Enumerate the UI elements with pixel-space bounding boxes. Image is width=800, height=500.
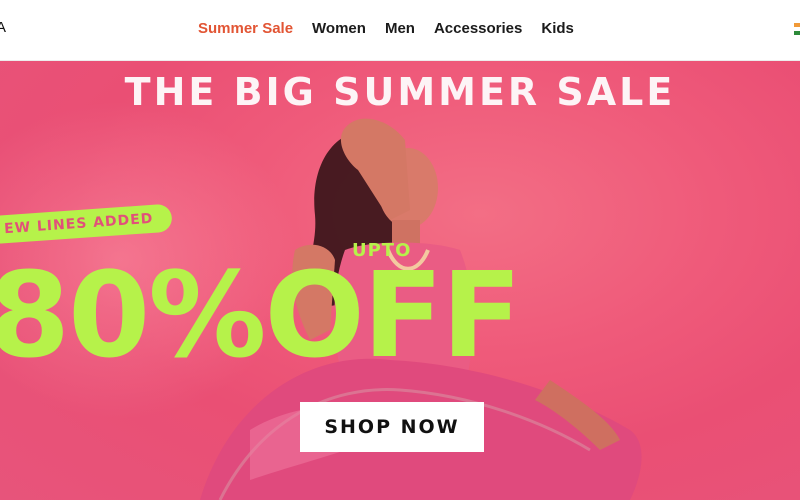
site-header: A Summer Sale Women Men Accessories Kids	[0, 0, 800, 61]
nav-item-summer-sale[interactable]: Summer Sale	[198, 20, 293, 37]
page: A Summer Sale Women Men Accessories Kids	[0, 0, 800, 500]
discount-headline: 80%OFF	[0, 246, 522, 384]
shop-now-button[interactable]: SHOP NOW	[300, 402, 484, 452]
brand-logo[interactable]: A	[0, 19, 7, 36]
hero-banner[interactable]: THE BIG SUMMER SALE EW LINES ADDED UPTO …	[0, 60, 800, 500]
hero-title: THE BIG SUMMER SALE	[124, 70, 676, 114]
india-flag-icon[interactable]	[794, 23, 800, 35]
main-nav: Summer Sale Women Men Accessories Kids	[198, 20, 593, 37]
nav-item-men[interactable]: Men	[385, 20, 415, 37]
nav-item-women[interactable]: Women	[312, 20, 366, 37]
nav-item-accessories[interactable]: Accessories	[434, 20, 522, 37]
nav-item-kids[interactable]: Kids	[541, 20, 574, 37]
